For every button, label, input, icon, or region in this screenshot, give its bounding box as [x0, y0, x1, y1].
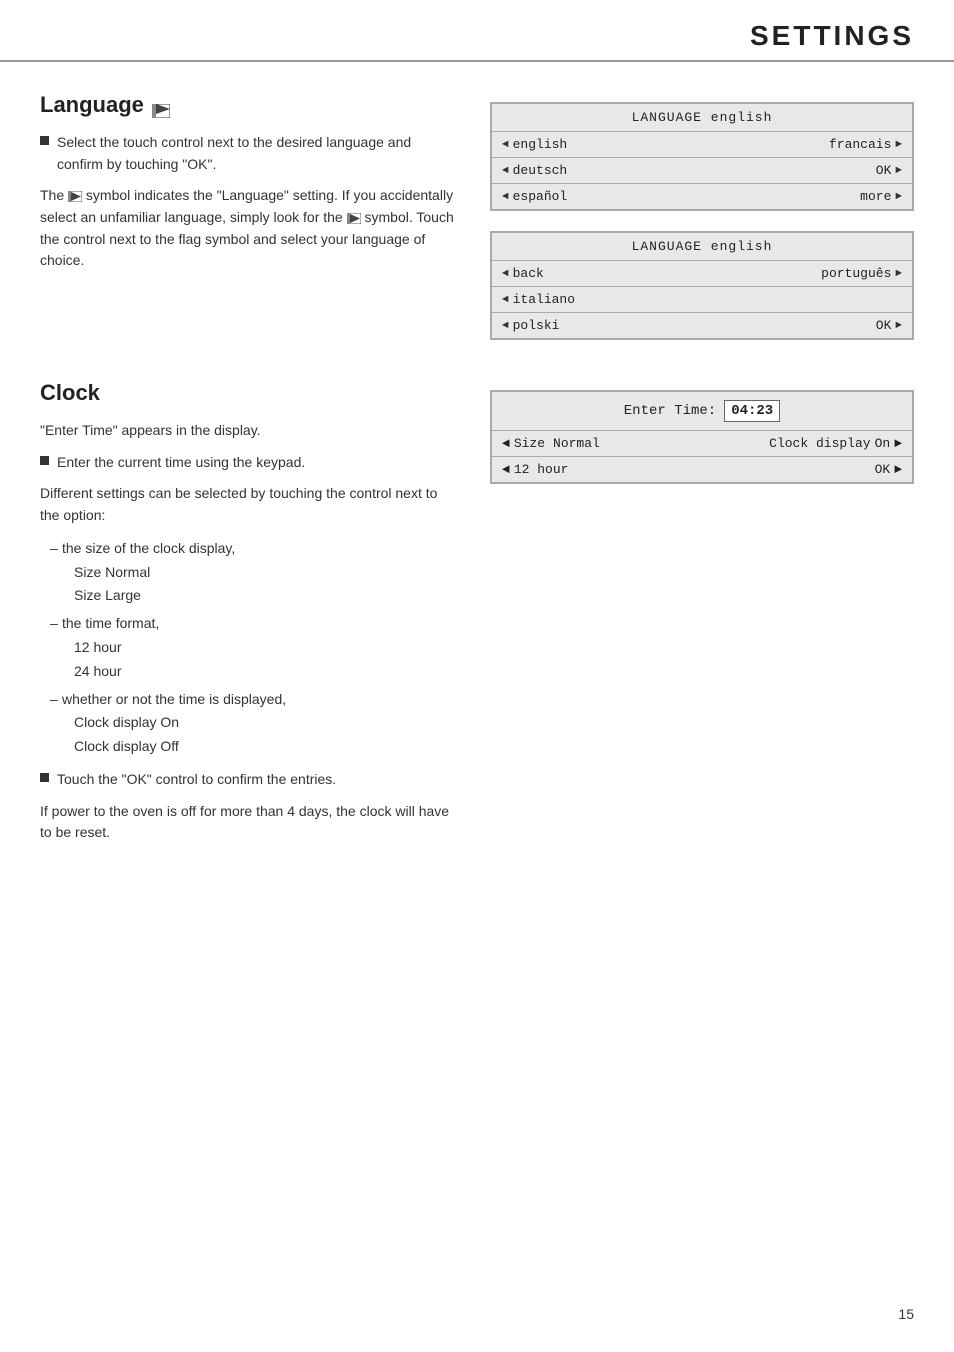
clock-section: Clock "Enter Time" appears in the displa… [40, 380, 914, 854]
clock-display-arrow-right: ► [894, 436, 902, 451]
time-24hour: 24 hour [62, 663, 121, 679]
bullet-icon [40, 456, 49, 465]
arrow-right-icon: ► [895, 268, 902, 280]
clock-display-label: Clock display [769, 436, 870, 451]
size-large: Size Large [62, 587, 141, 603]
arrow-left-icon: ◄ [502, 165, 509, 177]
size-value: Normal [553, 436, 600, 451]
panel1-espanol-label: español [513, 189, 568, 204]
flag-inline-icon2 [347, 209, 365, 225]
panel2-polski-label: polski [513, 318, 560, 333]
panel1-row-english[interactable]: ◄ english francais ► [492, 132, 912, 158]
main-content: Language Select the touch control next t… [0, 62, 954, 924]
bullet-icon [40, 773, 49, 782]
clock-enter-time-row: Enter Time: 04:23 [492, 392, 912, 431]
language-section-left: Language Select the touch control next t… [40, 92, 460, 340]
clock-para1: Different settings can be selected by to… [40, 483, 460, 526]
panel1-header: LANGUAGE english [492, 104, 912, 132]
page-title: SETTINGS [40, 20, 914, 52]
arrow-right-icon: ► [895, 165, 902, 177]
hour-label: 12 hour [514, 462, 569, 477]
panel1-francais-label: francais [829, 137, 891, 152]
clock-intro: "Enter Time" appears in the display. [40, 420, 460, 442]
arrow-right-icon: ► [895, 320, 902, 332]
panel2-row-polski[interactable]: ◄ polski OK ► [492, 313, 912, 338]
size-arrow-left: ◄ [502, 436, 510, 451]
clock-display-off: Clock display Off [62, 738, 179, 754]
arrow-left-icon: ◄ [502, 268, 509, 280]
bullet-icon [40, 136, 49, 145]
arrow-left-icon: ◄ [502, 320, 509, 332]
clock-panel: Enter Time: 04:23 ◄ Size Normal Clock di… [490, 390, 914, 484]
panel1-ok-label: OK [876, 163, 892, 178]
language-section: Language Select the touch control next t… [40, 92, 914, 340]
clock-bullet1: Enter the current time using the keypad. [40, 452, 460, 474]
clock-bullet2: Touch the "OK" control to confirm the en… [40, 769, 460, 791]
clock-para2: If power to the oven is off for more tha… [40, 801, 460, 844]
language-section-right: LANGUAGE english ◄ english francais ► ◄ … [490, 92, 914, 340]
arrow-left-icon: ◄ [502, 191, 509, 203]
panel1-english-label: english [513, 137, 568, 152]
clock-time-value[interactable]: 04:23 [724, 400, 780, 422]
panel2-back-label: back [513, 266, 544, 281]
dash-item-clock-display: whether or not the time is displayed, Cl… [50, 688, 460, 759]
panel1-more-label: more [860, 189, 891, 204]
clock-title: Clock [40, 380, 460, 406]
clock-size-row[interactable]: ◄ Size Normal Clock display On ► [492, 431, 912, 457]
panel2-portugues-label: português [821, 266, 891, 281]
page-number: 15 [898, 1306, 914, 1322]
arrow-right-icon: ► [895, 139, 902, 151]
page-header: SETTINGS [0, 0, 954, 62]
clock-display-value: On [875, 436, 891, 451]
language-bullet1: Select the touch control next to the des… [40, 132, 460, 175]
arrow-left-icon: ◄ [502, 294, 509, 306]
ok-arrow-right: ► [894, 462, 902, 477]
arrow-right-icon: ► [895, 191, 902, 203]
panel1-row-espanol[interactable]: ◄ español more ► [492, 184, 912, 209]
ok-label: OK [875, 462, 891, 477]
clock-dash-list: the size of the clock display, Size Norm… [50, 537, 460, 759]
arrow-left-icon: ◄ [502, 139, 509, 151]
language-panel-2: LANGUAGE english ◄ back português ► ◄ it… [490, 231, 914, 340]
enter-time-label: Enter Time: [624, 403, 716, 419]
clock-12hour-row[interactable]: ◄ 12 hour OK ► [492, 457, 912, 482]
panel2-ok-label: OK [876, 318, 892, 333]
dash-item-time-format: the time format, 12 hour 24 hour [50, 612, 460, 683]
panel2-row-back[interactable]: ◄ back português ► [492, 261, 912, 287]
clock-section-left: Clock "Enter Time" appears in the displa… [40, 380, 460, 854]
flag-icon [152, 98, 170, 112]
dash-item-size: the size of the clock display, Size Norm… [50, 537, 460, 608]
panel1-row-deutsch[interactable]: ◄ deutsch OK ► [492, 158, 912, 184]
panel2-italiano-label: italiano [513, 292, 575, 307]
panel1-deutsch-label: deutsch [513, 163, 568, 178]
language-title: Language [40, 92, 460, 118]
clock-section-right: Enter Time: 04:23 ◄ Size Normal Clock di… [490, 380, 914, 854]
size-label: Size [514, 436, 545, 451]
time-12hour: 12 hour [62, 639, 121, 655]
flag-inline-icon1 [68, 187, 86, 203]
size-normal: Size Normal [62, 564, 150, 580]
language-panel-1: LANGUAGE english ◄ english francais ► ◄ … [490, 102, 914, 211]
clock-display-on: Clock display On [62, 714, 179, 730]
panel2-header: LANGUAGE english [492, 233, 912, 261]
hour-arrow-left: ◄ [502, 462, 510, 477]
panel2-row-italiano[interactable]: ◄ italiano [492, 287, 912, 313]
language-para1: The symbol indicates the "Language" sett… [40, 185, 460, 272]
